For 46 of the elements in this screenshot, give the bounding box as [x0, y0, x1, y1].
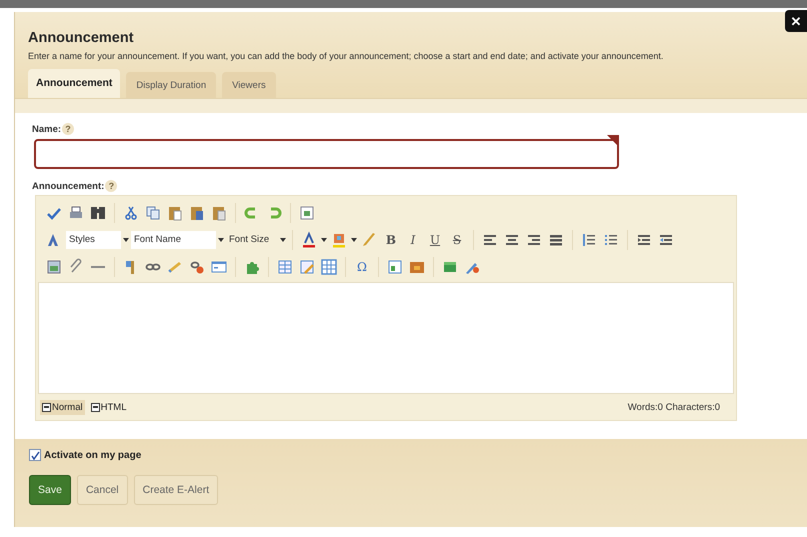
special-character-button[interactable]: Ω — [352, 256, 372, 276]
required-marker-icon — [607, 135, 619, 147]
horizontal-line-icon — [91, 266, 105, 268]
field-label: Name: — [32, 124, 62, 134]
activate-checkbox[interactable] — [29, 449, 41, 461]
close-button[interactable]: ✕ — [785, 10, 807, 32]
mode-tab[interactable]: Normal — [40, 400, 85, 414]
mode-icon — [90, 402, 100, 412]
mode-tab[interactable]: HTML — [88, 400, 128, 414]
table-edit-icon — [298, 258, 316, 276]
format-button[interactable]: I — [403, 230, 423, 250]
font-dropdown[interactable]: Styles — [66, 230, 121, 248]
word-count: Words:0 Characters:0 — [628, 402, 720, 412]
mode-icon — [42, 402, 51, 412]
grid-button[interactable] — [319, 256, 339, 276]
image-icon — [45, 258, 63, 276]
caret-icon — [321, 238, 327, 242]
tab[interactable]: Display Duration — [126, 72, 216, 98]
format-button[interactable]: S — [447, 230, 467, 250]
brush-icon — [360, 230, 378, 248]
checkbox-label: Activate on my page — [44, 450, 142, 460]
name-input-field[interactable] — [34, 139, 619, 169]
tab[interactable]: Announcement — [28, 69, 120, 98]
caret-icon — [351, 238, 357, 242]
caret-icon — [123, 238, 129, 242]
field-label: Announcement: — [32, 180, 104, 192]
help-icon[interactable]: ? — [62, 123, 74, 135]
dialog-button[interactable]: Create E-Alert — [134, 475, 218, 505]
help-icon[interactable]: ? — [105, 180, 118, 192]
caret-icon — [280, 238, 286, 242]
table-icon — [276, 258, 294, 276]
dialog-description: Enter a name for your announcement. If you want, you can add the body of your announcement; choose a start and end date; and activate your announcement. — [28, 51, 664, 61]
format-button[interactable]: U — [425, 230, 445, 250]
template-icon — [386, 258, 404, 276]
copy-icon — [144, 204, 162, 222]
tab[interactable]: Viewers — [222, 72, 276, 98]
text-color-icon — [300, 230, 318, 248]
dialog-title: Announcement — [28, 30, 135, 46]
font-dropdown[interactable]: Font Name — [131, 230, 216, 248]
maximize-icon — [298, 204, 316, 222]
caret-icon — [218, 238, 224, 242]
grid-icon — [320, 258, 338, 276]
format-button[interactable]: B — [381, 230, 401, 250]
dialog-button[interactable]: Cancel — [76, 475, 128, 505]
dialog-button[interactable]: Save — [29, 475, 71, 505]
font-dropdown[interactable]: Font Size — [226, 230, 278, 248]
